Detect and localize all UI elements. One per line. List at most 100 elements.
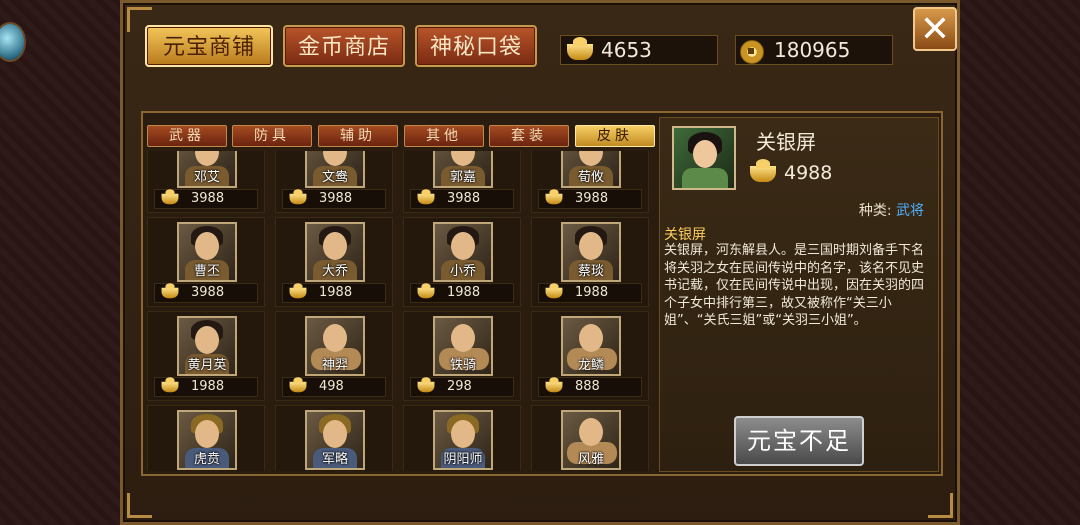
- item-portrait: 文鸯: [305, 151, 365, 188]
- item-name: 邓艾: [193, 170, 220, 185]
- item-card[interactable]: 蔡琰 1988: [531, 217, 649, 307]
- item-name: 黄月英: [187, 358, 227, 373]
- item-card[interactable]: 邓艾 3988: [147, 151, 265, 213]
- item-card[interactable]: 黄月英 1988: [147, 311, 265, 401]
- item-price: 3988: [154, 282, 258, 303]
- background-right: [958, 0, 1080, 525]
- item-price: 3988: [410, 188, 514, 209]
- item-price: 1988: [282, 282, 386, 303]
- gold-ingot-icon: [545, 282, 563, 298]
- tab-coin-shop[interactable]: 金币商店: [283, 25, 405, 67]
- side-gem-icon[interactable]: [0, 22, 26, 62]
- item-name: 蔡琰: [577, 264, 604, 279]
- item-price-value: 498: [319, 379, 344, 394]
- gold-ingot-icon: [750, 158, 776, 182]
- item-card[interactable]: 神羿 498: [275, 311, 393, 401]
- item-price-value: 298: [447, 379, 472, 394]
- item-portrait: 风雅: [561, 410, 621, 470]
- detail-panel: 关银屏 4988 种类: 武将 关银屏 关银屏，河东解县人。是三国时期刘备手下名…: [659, 117, 939, 472]
- item-price: 1988: [410, 282, 514, 303]
- item-price: 3988: [154, 188, 258, 209]
- item-portrait: 邓艾: [177, 151, 237, 188]
- item-portrait: 郭嘉: [433, 151, 493, 188]
- gold-ingot-icon: [417, 282, 435, 298]
- item-name: 军略: [321, 452, 348, 467]
- gold-ingot-icon: [289, 376, 307, 392]
- item-price-value: 1988: [447, 285, 481, 300]
- detail-portrait: [672, 126, 736, 190]
- item-price-value: 3988: [447, 191, 481, 206]
- item-price-value: 888: [575, 379, 600, 394]
- item-price: 298: [410, 376, 514, 397]
- item-portrait: 铁骑: [433, 316, 493, 376]
- item-price: 3988: [538, 188, 642, 209]
- background-left: [0, 0, 125, 525]
- tab-ingot-shop[interactable]: 元宝商铺: [145, 25, 273, 67]
- item-portrait: 神羿: [305, 316, 365, 376]
- item-card[interactable]: 荀攸 3988: [531, 151, 649, 213]
- tab-skins[interactable]: 皮肤: [575, 125, 655, 147]
- item-portrait: 大乔: [305, 222, 365, 282]
- buy-button[interactable]: 元宝不足: [734, 416, 864, 466]
- item-portrait: 曹丕: [177, 222, 237, 282]
- item-name: 曹丕: [193, 264, 220, 279]
- description-text: 关银屏，河东解县人。是三国时期刘备手下名将关羽之女在民间传说中的名字，该名不见史…: [664, 243, 925, 328]
- gold-ingot-icon: [289, 188, 307, 204]
- item-card[interactable]: 阴阳师: [403, 405, 521, 471]
- item-card[interactable]: 文鸯 3988: [275, 151, 393, 213]
- item-name: 郭嘉: [449, 170, 476, 185]
- item-card[interactable]: 小乔 1988: [403, 217, 521, 307]
- detail-name: 关银屏: [756, 130, 816, 154]
- detail-type-label: 种类:: [858, 203, 892, 219]
- item-card[interactable]: 大乔 1988: [275, 217, 393, 307]
- item-card[interactable]: 风雅: [531, 405, 649, 471]
- gold-ingot-icon: [567, 36, 593, 60]
- item-card[interactable]: 龙鳞 888: [531, 311, 649, 401]
- gold-ingot-icon: [417, 376, 435, 392]
- tab-armor[interactable]: 防具: [232, 125, 312, 147]
- item-name: 龙鳞: [577, 358, 604, 373]
- item-price-value: 3988: [319, 191, 353, 206]
- item-name: 荀攸: [577, 170, 604, 185]
- item-card[interactable]: 军略: [275, 405, 393, 471]
- item-price-value: 1988: [575, 285, 609, 300]
- gold-ingot-icon: [545, 376, 563, 392]
- gold-ingot-icon: [161, 188, 179, 204]
- item-portrait: 荀攸: [561, 151, 621, 188]
- coin-balance-value: 180965: [774, 38, 851, 62]
- shop-window: 元宝商铺 金币商店 神秘口袋 4653 180965 ✕ 武器 防具 辅助 其他…: [120, 0, 960, 525]
- coin-balance: 180965: [735, 35, 893, 65]
- detail-type-value: 武将: [896, 203, 924, 219]
- item-price-value: 3988: [575, 191, 609, 206]
- item-portrait: 黄月英: [177, 316, 237, 376]
- item-price-value: 1988: [319, 285, 353, 300]
- tab-auxiliary[interactable]: 辅助: [318, 125, 398, 147]
- item-grid[interactable]: 邓艾 3988 文鸯 3988 郭嘉 3988 荀攸 3988 曹丕 3988 大乔 1988 小乔 19…: [147, 151, 655, 471]
- item-name: 神羿: [321, 358, 348, 373]
- detail-price: 4988: [750, 158, 832, 184]
- item-price: 498: [282, 376, 386, 397]
- item-card[interactable]: 虎贲: [147, 405, 265, 471]
- gold-ingot-icon: [417, 188, 435, 204]
- item-portrait: 虎贲: [177, 410, 237, 470]
- item-card[interactable]: 郭嘉 3988: [403, 151, 521, 213]
- gold-ingot-icon: [289, 282, 307, 298]
- item-price: 1988: [538, 282, 642, 303]
- tab-weapons[interactable]: 武器: [147, 125, 227, 147]
- tab-other[interactable]: 其他: [404, 125, 484, 147]
- item-name: 文鸯: [321, 170, 348, 185]
- tab-mystery-bag[interactable]: 神秘口袋: [415, 25, 537, 67]
- item-card[interactable]: 铁骑 298: [403, 311, 521, 401]
- tab-sets[interactable]: 套装: [489, 125, 569, 147]
- item-portrait: 军略: [305, 410, 365, 470]
- detail-type: 种类: 武将: [859, 200, 924, 220]
- item-price: 888: [538, 376, 642, 397]
- ingot-balance: 4653: [560, 35, 718, 65]
- item-portrait: 蔡琰: [561, 222, 621, 282]
- frame-corner: [928, 493, 953, 518]
- item-card[interactable]: 曹丕 3988: [147, 217, 265, 307]
- gold-ingot-icon: [161, 282, 179, 298]
- close-button[interactable]: ✕: [913, 7, 957, 51]
- item-price: 3988: [282, 188, 386, 209]
- item-portrait: 龙鳞: [561, 316, 621, 376]
